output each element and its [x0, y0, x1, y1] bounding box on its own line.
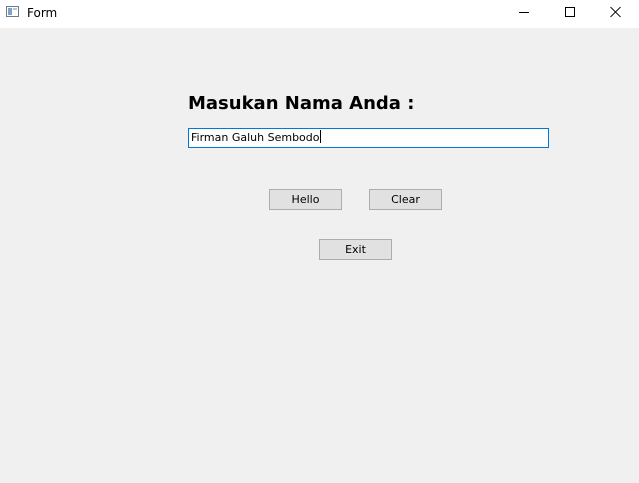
- hello-button[interactable]: Hello: [269, 189, 342, 210]
- minimize-button[interactable]: [501, 0, 547, 28]
- name-prompt-label: Masukan Nama Anda :: [188, 93, 415, 114]
- close-icon: [610, 6, 622, 18]
- title-bar[interactable]: Form: [0, 0, 639, 28]
- maximize-button[interactable]: [547, 0, 593, 28]
- minimize-icon: [519, 12, 529, 13]
- close-button[interactable]: [593, 0, 639, 28]
- name-input[interactable]: Firman Galuh Sembodo: [188, 128, 549, 148]
- window-title: Form: [27, 6, 58, 20]
- text-caret: [319, 130, 321, 143]
- clear-button[interactable]: Clear: [369, 189, 442, 210]
- exit-button[interactable]: Exit: [319, 239, 392, 260]
- form-window: Form Masukan Nama Anda : Firman Galuh Se…: [0, 0, 639, 483]
- name-input-value: Firman Galuh Sembodo: [191, 131, 320, 144]
- maximize-icon: [565, 7, 575, 17]
- form-window-icon[interactable]: [6, 6, 19, 17]
